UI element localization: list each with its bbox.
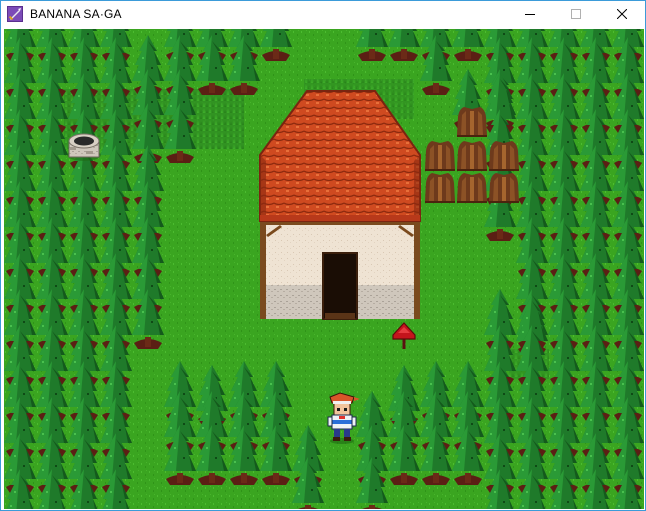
house[interactable]	[259, 90, 421, 320]
window-controls	[507, 1, 645, 27]
firewood-stack[interactable]	[489, 173, 519, 203]
firewood-stack[interactable]	[489, 141, 519, 171]
close-button[interactable]	[599, 1, 645, 27]
house-door[interactable]	[323, 253, 357, 319]
title-bar[interactable]: BANANA SA·GA	[1, 1, 645, 27]
game-canvas[interactable]	[4, 29, 644, 509]
minimize-icon	[525, 14, 535, 15]
firewood-stack[interactable]	[457, 141, 487, 171]
game-map[interactable]	[4, 29, 644, 509]
maximize-icon	[571, 9, 581, 19]
rpg-sword-icon	[7, 6, 23, 22]
close-icon	[617, 9, 627, 19]
maximize-button[interactable]	[553, 1, 599, 27]
stone-well[interactable]	[67, 133, 101, 161]
firewood-stack[interactable]	[425, 173, 455, 203]
minimize-button[interactable]	[507, 1, 553, 27]
firewood-stack[interactable]	[457, 107, 487, 137]
firewood-stack[interactable]	[425, 141, 455, 171]
firewood-stack[interactable]	[457, 173, 487, 203]
window-title: BANANA SA·GA	[30, 7, 122, 21]
game-window: BANANA SA·GA	[0, 0, 646, 511]
